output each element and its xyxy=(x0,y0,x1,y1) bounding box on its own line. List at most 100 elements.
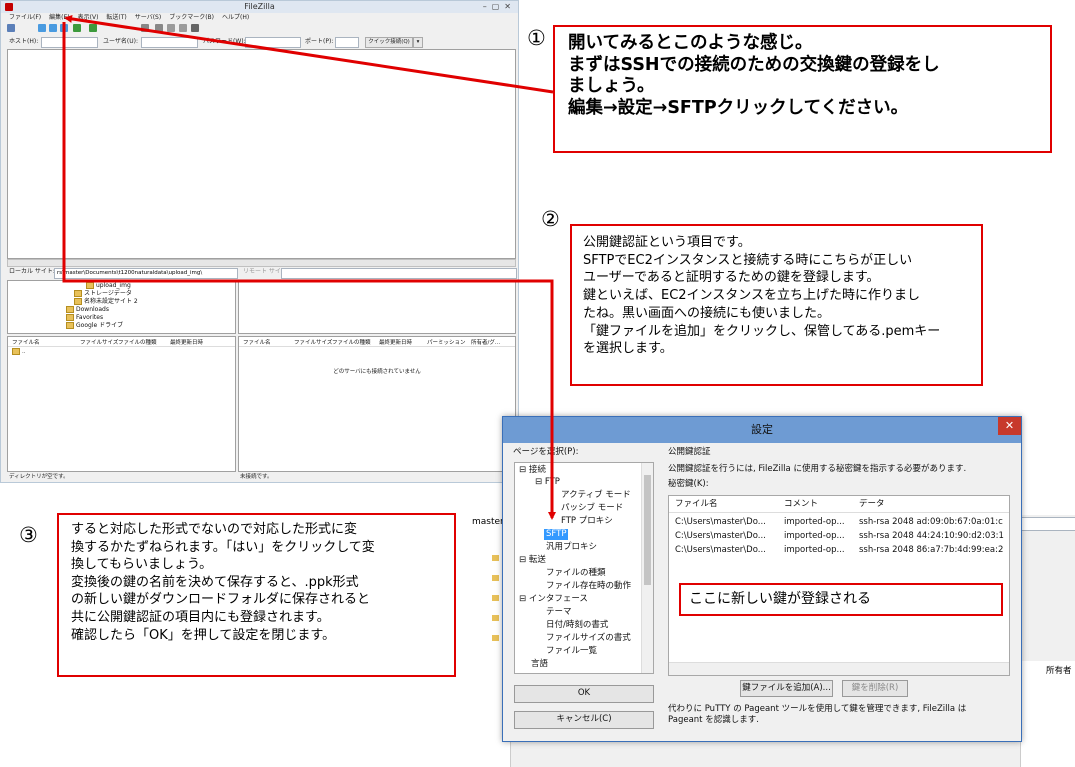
key-comment[interactable]: imported-op... xyxy=(784,531,854,542)
key-filename[interactable]: C:\Users\master\Do... xyxy=(675,531,779,542)
callout-3: すると対応した形式でないので対応した形式に変 換するかたずねられます。「はい」を… xyxy=(57,513,456,677)
callout-3-line: 共に公開鍵認証の項目内にも登録されます。 xyxy=(71,609,330,625)
tree-item[interactable]: Downloads xyxy=(66,306,109,314)
column-filetype[interactable]: ファイルの種類 xyxy=(332,338,371,346)
local-status: ディレクトリが空です。 xyxy=(9,474,69,480)
tree-item-ftp[interactable]: ⊟ FTP xyxy=(535,477,560,488)
window-controls[interactable]: –▢✕ xyxy=(483,2,516,12)
tree-item-themes[interactable]: テーマ xyxy=(546,607,572,618)
menu-bar: ファイル(F) 編集(E) 表示(V) 転送(T) サーバ(S) ブックマーク(B) ヘルプ… xyxy=(1,13,518,23)
tree-item-file-types[interactable]: ファイルの種類 xyxy=(546,568,606,579)
site-manager-icon[interactable] xyxy=(7,24,15,32)
callout-1-line: まずはSSHでの接続のための交換鍵の登録をし xyxy=(568,54,940,75)
tree-item[interactable]: 名称未設定サイト 2 xyxy=(74,298,138,306)
tree-item[interactable]: Favorites xyxy=(66,314,103,322)
disconnect-icon[interactable] xyxy=(141,24,149,32)
key-data[interactable]: ssh-rsa 2048 ad:09:0b:67:0a:01:c xyxy=(859,517,1009,528)
quickconnect-dropdown[interactable]: ▾ xyxy=(413,37,423,48)
key-list-hscrollbar[interactable] xyxy=(669,662,1009,675)
local-site-path[interactable]: rs\master\Documents\t1200naturaldata\upl… xyxy=(54,268,238,279)
column-comment[interactable]: コメント xyxy=(784,499,818,510)
tree-item[interactable]: upload_img xyxy=(86,282,131,290)
refresh-icon[interactable] xyxy=(73,24,81,32)
compare-icon[interactable] xyxy=(179,24,187,32)
search-icon[interactable] xyxy=(191,24,199,32)
callout-2-line: 公開鍵認証という項目です。 xyxy=(583,235,751,250)
column-owner[interactable]: 所有者/グ... xyxy=(471,338,500,346)
local-file-list: ファイル名 ファイルサイズ ファイルの種類 最終更新日時 .. xyxy=(7,336,236,472)
column-filesize[interactable]: ファイルサイズ xyxy=(294,338,332,346)
menu-bookmarks[interactable]: ブックマーク(B) xyxy=(169,13,214,23)
tree-item-language[interactable]: 言語 xyxy=(531,659,548,670)
cancel-button[interactable]: キャンセル(C) xyxy=(514,711,654,729)
tree-item-filesize-format[interactable]: ファイルサイズの書式 xyxy=(546,633,631,644)
menu-server[interactable]: サーバ(S) xyxy=(135,13,161,23)
key-filename[interactable]: C:\Users\master\Do... xyxy=(675,545,779,556)
tree-item-datetime-format[interactable]: 日付/時刻の書式 xyxy=(546,620,608,631)
password-input[interactable] xyxy=(245,37,301,48)
tree-item-file-lists[interactable]: ファイル一覧 xyxy=(546,646,597,657)
close-icon[interactable]: ✕ xyxy=(998,417,1021,435)
toggle-log-icon[interactable] xyxy=(38,24,46,32)
column-modified[interactable]: 最終更新日時 xyxy=(170,338,203,346)
menu-edit[interactable]: 編集(E) xyxy=(49,13,69,23)
menu-transfer[interactable]: 転送(T) xyxy=(106,13,126,23)
callout-3-line: 確認したら「OK」を押して設定を閉じます。 xyxy=(71,627,336,643)
user-input[interactable] xyxy=(141,37,198,48)
tree-item-interface[interactable]: ⊟ インタフェース xyxy=(519,594,588,605)
tree-item-sftp[interactable]: SFTP xyxy=(544,529,569,540)
column-filename[interactable]: ファイル名 xyxy=(243,338,271,346)
list-item[interactable]: .. xyxy=(12,348,26,355)
tree-item-connection[interactable]: ⊟ 接続 xyxy=(519,465,546,476)
reconnect-icon[interactable] xyxy=(155,24,163,32)
callout-3-line: すると対応した形式でないので対応した形式に変 xyxy=(71,522,358,537)
tree-item-generic-proxy[interactable]: 汎用プロキシ xyxy=(546,542,597,553)
tree-item-passive-mode[interactable]: パッシブ モード xyxy=(561,503,623,514)
column-filetype[interactable]: ファイルの種類 xyxy=(118,338,157,346)
key-data[interactable]: ssh-rsa 2048 44:24:10:90:d2:03:1 xyxy=(859,531,1009,542)
key-filename[interactable]: C:\Users\master\Do... xyxy=(675,517,779,528)
port-input[interactable] xyxy=(335,37,359,48)
folder-icon xyxy=(12,348,20,355)
quickconnect-button[interactable]: クイック接続(Q) xyxy=(365,37,413,48)
tree-item-file-exists[interactable]: ファイル存在時の動作 xyxy=(546,581,631,592)
host-input[interactable] xyxy=(41,37,98,48)
tree-scrollbar[interactable] xyxy=(641,463,653,673)
menu-view[interactable]: 表示(V) xyxy=(78,13,99,23)
toggle-remote-tree-icon[interactable] xyxy=(60,24,68,32)
key-comment[interactable]: imported-op... xyxy=(784,545,854,556)
callout-3-line: 換するかたずねられます。「はい」をクリックして変 xyxy=(71,539,375,555)
column-filename[interactable]: ファイル名 xyxy=(675,499,718,510)
column-filesize[interactable]: ファイルサイズ xyxy=(80,338,118,346)
filter-icon[interactable] xyxy=(167,24,175,32)
key-comment[interactable]: imported-op... xyxy=(784,517,854,528)
process-queue-icon[interactable] xyxy=(89,24,97,32)
tree-item[interactable]: ストレージデータ xyxy=(74,290,132,298)
callout-2-line: 鍵といえば、EC2インスタンスを立ち上げた時に作りまし xyxy=(583,288,921,304)
tree-item-transfers[interactable]: ⊟ 転送 xyxy=(519,555,546,566)
log-splitter[interactable] xyxy=(7,259,516,267)
ok-button[interactable]: OK xyxy=(514,685,654,703)
menu-file[interactable]: ファイル(F) xyxy=(9,13,41,23)
quickconnect-bar: ホスト(H): ユーザ名(U): パスワード(W): ポート(P): クイック接… xyxy=(1,36,518,48)
remote-site-path[interactable] xyxy=(281,268,517,279)
step-number-1: ① xyxy=(527,26,546,50)
tree-item-active-mode[interactable]: アクティブ モード xyxy=(561,490,631,501)
callout-2-line: ユーザーであると証明するための鍵を登録します。 xyxy=(583,270,880,286)
tree-item[interactable]: Google ドライブ xyxy=(66,322,123,330)
column-filename[interactable]: ファイル名 xyxy=(12,338,40,346)
folder-icon xyxy=(492,575,499,581)
column-modified[interactable]: 最終更新日時 xyxy=(379,338,412,346)
tree-item-ftp-proxy[interactable]: FTP プロキシ xyxy=(561,516,613,527)
column-permissions[interactable]: パーミッション xyxy=(427,338,466,346)
key-list-header: ファイル名 コメント データ xyxy=(669,496,1009,513)
column-data[interactable]: データ xyxy=(859,499,885,510)
bg-owner-column: 所有者 xyxy=(1046,666,1072,676)
add-key-file-button[interactable]: 鍵ファイルを追加(A)... xyxy=(740,680,833,697)
menu-help[interactable]: ヘルプ(H) xyxy=(222,13,249,23)
scrollbar-thumb[interactable] xyxy=(644,475,651,585)
callout-1-line: ましょう。 xyxy=(568,76,655,96)
toggle-local-tree-icon[interactable] xyxy=(49,24,57,32)
remove-key-button[interactable]: 鍵を削除(R) xyxy=(842,680,908,697)
key-data[interactable]: ssh-rsa 2048 86:a7:7b:4d:99:ea:2 xyxy=(859,545,1009,556)
